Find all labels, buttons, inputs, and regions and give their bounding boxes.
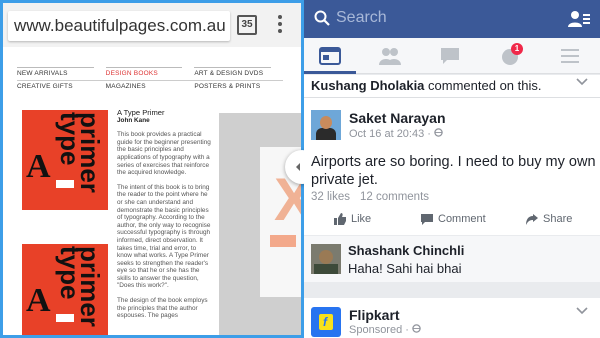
browser-pane: www.beautifulpages.com.au 35 NEW ARRIVAL…: [0, 0, 301, 338]
facebook-pane: Search 1 Kushang Dholakia commented on t…: [304, 0, 600, 338]
book-paragraph: The design of the book employs the princ…: [117, 297, 208, 320]
search-input[interactable]: Search: [336, 9, 387, 27]
url-bar[interactable]: www.beautifulpages.com.au: [8, 11, 230, 41]
menu-art-design-dvds[interactable]: ART & DESIGN DVDS: [194, 67, 272, 80]
flipkart-logo[interactable]: f: [311, 307, 341, 337]
menu-magazines[interactable]: MAGAZINES: [106, 81, 183, 93]
post-text: Airports are so boring. I need to buy my…: [311, 154, 596, 188]
book-description: A Type Primer John Kane This book provid…: [117, 109, 212, 327]
webpage: NEW ARRIVALS DESIGN BOOKS ART & DESIGN D…: [3, 47, 301, 335]
friend-list-icon[interactable]: [568, 9, 590, 29]
browser-toolbar: www.beautifulpages.com.au 35: [3, 3, 301, 47]
active-tab-indicator: [304, 71, 356, 74]
book-author: John Kane: [117, 116, 150, 124]
news-feed-icon[interactable]: [319, 46, 341, 66]
notification-badge: 1: [511, 43, 523, 55]
book-paragraph: This book provides a practical guide for…: [117, 131, 211, 177]
browser-menu-icon[interactable]: [277, 15, 283, 35]
book-paragraph: The intent of this book is to bring the …: [117, 183, 211, 290]
site-menu: NEW ARRIVALS DESIGN BOOKS ART & DESIGN D…: [17, 67, 283, 93]
context-user-link[interactable]: Kushang Dholakia: [311, 78, 424, 93]
fb-header: Search: [304, 0, 600, 38]
chevron-down-icon[interactable]: [576, 77, 588, 87]
cover-badge: [56, 314, 74, 322]
avatar[interactable]: [311, 110, 341, 140]
post-stats: 32 likes 12 comments: [311, 191, 429, 203]
hamburger-menu-icon[interactable]: [559, 46, 581, 66]
share-button[interactable]: Share: [526, 213, 572, 225]
comment-count[interactable]: 12 comments: [360, 191, 429, 203]
like-count[interactable]: 32 likes: [311, 191, 350, 203]
sponsored-label: Sponsored ·: [349, 324, 421, 336]
thumbs-up-icon: [334, 213, 346, 225]
comment-icon: [421, 213, 433, 225]
search-icon[interactable]: [314, 10, 330, 26]
messages-icon[interactable]: [439, 46, 461, 66]
globe-icon: [434, 128, 443, 137]
comment-text: Haha! Sahi hai bhai: [348, 261, 462, 276]
friend-requests-icon[interactable]: [379, 46, 401, 66]
menu-creative-gifts[interactable]: CREATIVE GIFTS: [17, 81, 94, 93]
post-actions: Like Comment Share: [304, 213, 600, 235]
book-title: A Type Primer: [117, 108, 165, 117]
sponsored-post: f Flipkart Sponsored ·: [304, 298, 600, 338]
menu-design-books[interactable]: DESIGN BOOKS: [105, 67, 183, 80]
cover-badge: [56, 180, 74, 188]
split-screen: www.beautifulpages.com.au 35 NEW ARRIVAL…: [0, 0, 600, 338]
comment-button[interactable]: Comment: [421, 213, 486, 225]
feed-post: Kushang Dholakia commented on this. Sake…: [304, 75, 600, 235]
fb-tab-bar: 1: [304, 38, 600, 74]
comment-author[interactable]: Shashank Chinchli: [348, 243, 464, 258]
avatar[interactable]: [311, 244, 341, 274]
post-timestamp[interactable]: Oct 16 at 20:43 ·: [349, 128, 443, 140]
book-cover-image-2[interactable]: A type primer: [22, 244, 108, 335]
story-context: Kushang Dholakia commented on this.: [311, 78, 542, 93]
post-author[interactable]: Saket Narayan: [349, 110, 446, 126]
book-cover-image[interactable]: A type primer: [22, 110, 108, 210]
menu-new-arrivals[interactable]: NEW ARRIVALS: [17, 67, 94, 80]
chevron-down-icon[interactable]: [576, 306, 588, 316]
globe-icon: [412, 324, 421, 333]
menu-posters-prints[interactable]: POSTERS & PRINTS: [194, 81, 271, 93]
share-icon: [526, 213, 538, 225]
book-gallery: X: [219, 113, 301, 335]
sponsor-name[interactable]: Flipkart: [349, 307, 400, 323]
tab-switcher-button[interactable]: 35: [237, 15, 257, 35]
like-button[interactable]: Like: [334, 213, 371, 225]
comment-item: Shashank Chinchli Haha! Sahi hai bhai: [304, 236, 600, 282]
